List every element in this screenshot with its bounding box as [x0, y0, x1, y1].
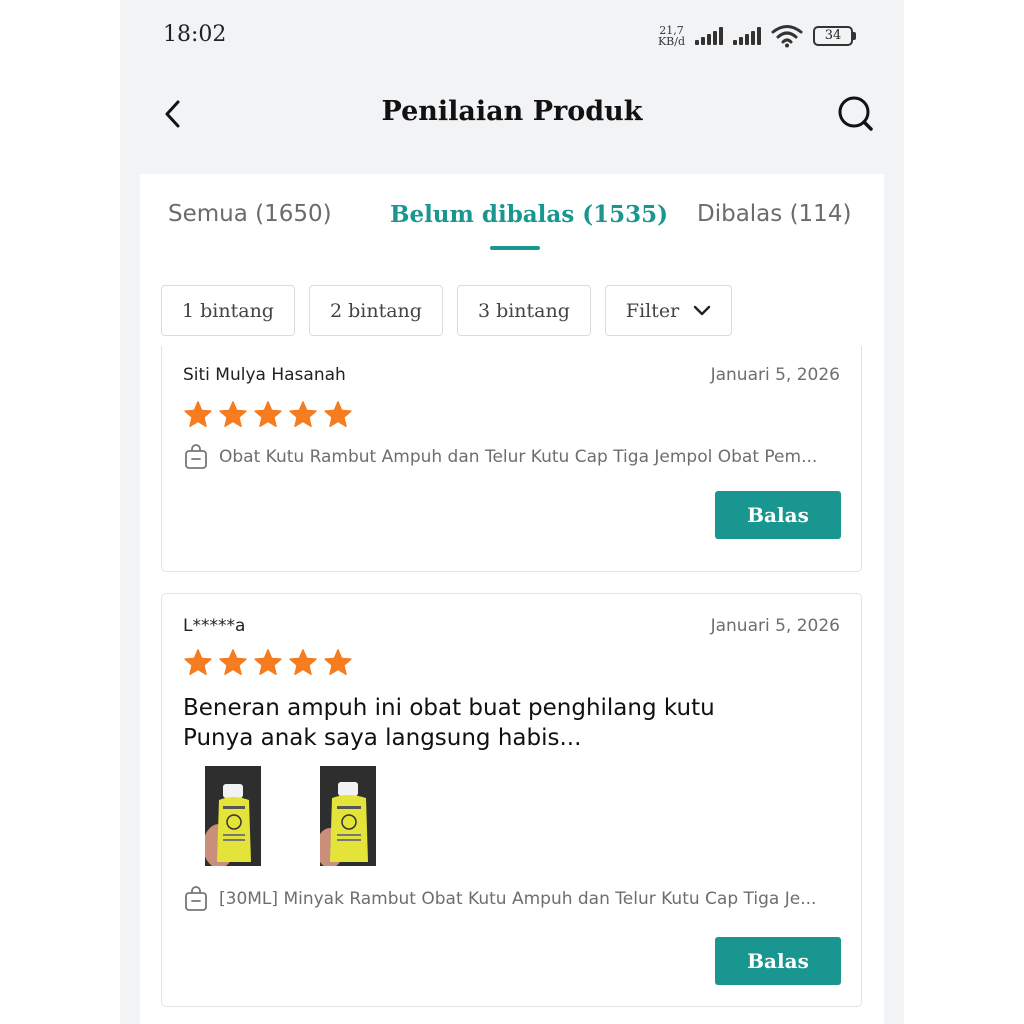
- wifi-icon: [771, 25, 803, 48]
- filter-chip-label: 2 bintang: [329, 299, 422, 322]
- review-card: L*****a Januari 5, 2026 Beneran ampuh in…: [161, 593, 862, 1007]
- review-text: Beneran ampuh ini obat buat penghilang k…: [183, 693, 803, 753]
- reply-button[interactable]: Balas: [715, 937, 841, 985]
- star-icon: [254, 401, 282, 427]
- signal-icon: [695, 27, 723, 45]
- status-bar: 18:02 21,7 KB/d 34: [120, 0, 904, 70]
- tab-replied[interactable]: Dibalas (114): [697, 201, 851, 227]
- product-link[interactable]: [30ML] Minyak Rambut Obat Kutu Ampuh dan…: [183, 886, 837, 912]
- review-date: Januari 5, 2026: [710, 365, 840, 385]
- star-icon: [184, 401, 212, 427]
- star-icon: [184, 649, 212, 675]
- search-icon: [838, 96, 873, 131]
- filter-chip-label: Filter: [625, 299, 680, 322]
- star-icon: [254, 649, 282, 675]
- tab-unreplied[interactable]: Belum dibalas (1535): [390, 201, 668, 228]
- network-speed: 21,7 KB/d: [658, 25, 685, 47]
- review-text-line: Beneran ampuh ini obat buat penghilang k…: [183, 695, 715, 721]
- review-photo[interactable]: [205, 766, 261, 866]
- header: Penilaian Produk: [120, 84, 904, 144]
- star-rating: [183, 400, 353, 430]
- star-icon: [219, 401, 247, 427]
- tab-bar: Semua (1650) Belum dibalas (1535) Dibala…: [140, 174, 884, 264]
- review-card: Siti Mulya Hasanah Januari 5, 2026 Obat …: [161, 346, 862, 572]
- signal-icon-2: [733, 27, 761, 45]
- product-link[interactable]: Obat Kutu Rambut Ampuh dan Telur Kutu Ca…: [183, 444, 837, 470]
- filter-chip-label: 1 bintang: [182, 299, 274, 322]
- filter-chips: 1 bintang 2 bintang 3 bintang Filter: [161, 285, 733, 337]
- search-button[interactable]: [836, 94, 876, 134]
- star-icon: [289, 401, 317, 427]
- star-icon: [289, 649, 317, 675]
- reviewer-name: Siti Mulya Hasanah: [183, 365, 346, 385]
- content-panel: Semua (1650) Belum dibalas (1535) Dibala…: [140, 174, 884, 1024]
- filter-chip-2-star[interactable]: 2 bintang: [308, 285, 443, 336]
- filter-dropdown[interactable]: Filter: [604, 285, 733, 336]
- filter-chip-1-star[interactable]: 1 bintang: [161, 285, 295, 336]
- page-title: Penilaian Produk: [381, 96, 643, 127]
- product-name: [30ML] Minyak Rambut Obat Kutu Ampuh dan…: [219, 889, 817, 909]
- review-photo[interactable]: [320, 766, 376, 866]
- product-name: Obat Kutu Rambut Ampuh dan Telur Kutu Ca…: [219, 447, 818, 467]
- reply-button[interactable]: Balas: [715, 491, 841, 539]
- star-icon: [324, 649, 352, 675]
- chevron-down-icon: [694, 305, 711, 315]
- star-rating: [183, 648, 353, 678]
- filter-chip-label: 3 bintang: [477, 299, 570, 322]
- network-speed-unit: KB/d: [657, 35, 685, 48]
- star-icon: [324, 401, 352, 427]
- battery-level: 34: [813, 26, 853, 46]
- status-icons: 21,7 KB/d 34: [658, 22, 856, 50]
- star-icon: [219, 649, 247, 675]
- phone-screen: 18:02 21,7 KB/d 34 Penilaian Produk Semu…: [120, 0, 904, 1024]
- active-tab-indicator: [490, 246, 540, 250]
- filter-chip-3-star[interactable]: 3 bintang: [456, 285, 591, 336]
- reviewer-name: L*****a: [183, 616, 246, 636]
- shopping-bag-icon: [185, 444, 207, 469]
- review-text-line: Punya anak saya langsung habis...: [183, 725, 582, 751]
- review-date: Januari 5, 2026: [710, 616, 840, 636]
- product-bottle-image: [320, 766, 376, 866]
- status-time: 18:02: [163, 22, 227, 47]
- battery-icon: 34: [813, 26, 856, 46]
- product-bottle-image: [205, 766, 261, 866]
- shopping-bag-icon: [185, 886, 207, 911]
- tab-all[interactable]: Semua (1650): [168, 201, 332, 227]
